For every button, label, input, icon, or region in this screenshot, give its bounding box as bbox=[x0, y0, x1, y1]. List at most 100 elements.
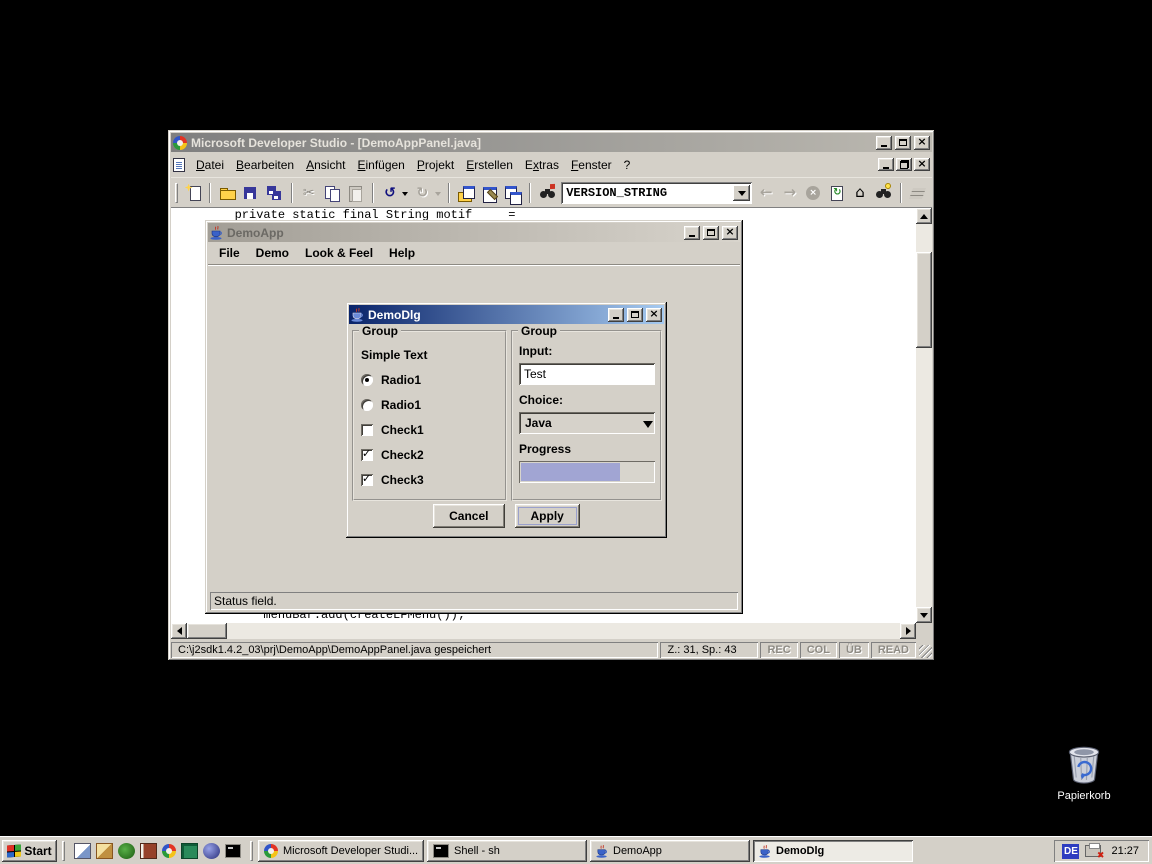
workspace-icon bbox=[457, 185, 474, 201]
keyboard-layout-indicator[interactable]: DE bbox=[1062, 844, 1079, 859]
menu-projekt[interactable]: Projekt bbox=[411, 155, 460, 175]
menu-erstellen[interactable]: Erstellen bbox=[460, 155, 519, 175]
apply-button[interactable]: Apply bbox=[515, 504, 580, 528]
mdi-restore-button[interactable] bbox=[896, 158, 912, 171]
demoapp-titlebar[interactable]: DemoApp × bbox=[208, 223, 740, 242]
toolbar-separator bbox=[448, 183, 450, 203]
choice-combo[interactable]: Java bbox=[519, 412, 655, 434]
task-demoapp[interactable]: DemoApp bbox=[590, 840, 750, 862]
devstudio-minimize-button[interactable] bbox=[876, 136, 892, 150]
radio-radio1-selected[interactable]: Radio1 bbox=[361, 373, 500, 387]
paste-button[interactable] bbox=[344, 182, 366, 204]
resize-grip[interactable] bbox=[919, 645, 932, 658]
windows-button[interactable] bbox=[501, 182, 523, 204]
vertical-scrollbar[interactable] bbox=[916, 208, 932, 623]
checkbox-icon: ✓ bbox=[361, 449, 373, 461]
menu-fenster[interactable]: Fenster bbox=[565, 155, 618, 175]
redo-button[interactable]: ↻ bbox=[411, 182, 433, 204]
printer-status-icon[interactable]: ✖ bbox=[1085, 845, 1101, 857]
menu-bearbeiten[interactable]: Bearbeiten bbox=[230, 155, 300, 175]
browser-icon[interactable] bbox=[203, 843, 220, 859]
refresh-button[interactable] bbox=[825, 182, 847, 204]
search-button[interactable] bbox=[872, 182, 894, 204]
browse-back-button[interactable]: ← bbox=[755, 182, 777, 204]
devstudio-titlebar[interactable]: Microsoft Developer Studio - [DemoAppPan… bbox=[171, 133, 932, 152]
recycle-bin[interactable]: Papierkorb bbox=[1046, 745, 1122, 802]
menu-demo[interactable]: Demo bbox=[248, 243, 297, 263]
bug-app-icon[interactable] bbox=[118, 843, 135, 859]
vertical-scroll-thumb[interactable] bbox=[916, 252, 932, 348]
menu-ansicht[interactable]: Ansicht bbox=[300, 155, 351, 175]
forward-icon: → bbox=[783, 185, 796, 200]
find-combo[interactable]: VERSION_STRING bbox=[561, 182, 752, 204]
find-combo-dropdown-button[interactable] bbox=[733, 185, 750, 201]
menu-help[interactable]: ? bbox=[618, 155, 637, 175]
checkbox-check3[interactable]: ✓ Check3 bbox=[361, 473, 500, 487]
checkbox-check1[interactable]: ✓ Check1 bbox=[361, 423, 500, 437]
task-demodlg[interactable]: DemoDlg bbox=[753, 840, 913, 862]
checkbox-label: Check2 bbox=[381, 448, 424, 462]
input-field[interactable] bbox=[519, 363, 655, 385]
paste-icon bbox=[347, 185, 364, 201]
demoapp-maximize-button[interactable] bbox=[703, 226, 719, 240]
terminal-icon[interactable] bbox=[181, 843, 198, 859]
save-all-button[interactable] bbox=[263, 182, 285, 204]
demoapp-minimize-button[interactable] bbox=[684, 226, 700, 240]
book-app-icon[interactable] bbox=[140, 843, 157, 859]
cancel-button[interactable]: Cancel bbox=[433, 504, 504, 528]
toolbar-grip[interactable] bbox=[175, 183, 178, 203]
scroll-up-button[interactable] bbox=[916, 208, 932, 224]
undo-dropdown-icon[interactable] bbox=[402, 192, 408, 199]
devstudio-maximize-button[interactable] bbox=[895, 136, 911, 150]
command-prompt-icon[interactable] bbox=[225, 844, 241, 858]
menu-einfuegen[interactable]: Einfügen bbox=[351, 155, 410, 175]
stop-button[interactable]: × bbox=[802, 182, 824, 204]
recycle-bin-icon bbox=[1066, 745, 1102, 784]
task-shell[interactable]: Shell - sh bbox=[427, 840, 587, 862]
java-cup-icon bbox=[596, 845, 608, 858]
open-file-button[interactable] bbox=[216, 182, 238, 204]
mdi-minimize-button[interactable] bbox=[878, 158, 894, 171]
start-button[interactable]: Start bbox=[2, 840, 57, 862]
menu-file[interactable]: File bbox=[211, 243, 248, 263]
demodlg-titlebar[interactable]: DemoDlg × bbox=[349, 305, 664, 324]
menu-extras[interactable]: Extras bbox=[519, 155, 565, 175]
class-wizard-button[interactable] bbox=[478, 182, 500, 204]
taskbar-grip[interactable] bbox=[250, 841, 253, 861]
menu-look-and-feel[interactable]: Look & Feel bbox=[297, 243, 381, 263]
copy-button[interactable] bbox=[321, 182, 343, 204]
toolbar-separator bbox=[529, 183, 531, 203]
infoviewer-button[interactable] bbox=[907, 182, 929, 204]
show-desktop-icon[interactable] bbox=[74, 843, 91, 859]
checkbox-check2[interactable]: ✓ Check2 bbox=[361, 448, 500, 462]
scroll-left-button[interactable] bbox=[171, 623, 187, 639]
refresh-icon bbox=[828, 185, 845, 201]
wordpad-icon[interactable] bbox=[96, 843, 113, 859]
find-in-files-button[interactable] bbox=[536, 182, 558, 204]
devstudio-close-button[interactable]: × bbox=[914, 136, 930, 150]
demoapp-close-button[interactable]: × bbox=[722, 226, 738, 240]
scroll-down-button[interactable] bbox=[916, 607, 932, 623]
save-button[interactable] bbox=[240, 182, 262, 204]
cut-button[interactable]: ✂ bbox=[298, 182, 320, 204]
menu-help[interactable]: Help bbox=[381, 243, 423, 263]
new-file-button[interactable] bbox=[182, 182, 204, 204]
horizontal-scrollbar[interactable] bbox=[171, 623, 916, 639]
demodlg-close-button[interactable]: × bbox=[646, 308, 662, 322]
home-button[interactable]: ⌂ bbox=[849, 182, 871, 204]
menu-datei[interactable]: Datei bbox=[190, 155, 230, 175]
scroll-right-button[interactable] bbox=[900, 623, 916, 639]
devstudio-launch-icon[interactable] bbox=[162, 844, 176, 858]
workspace-button[interactable] bbox=[455, 182, 477, 204]
undo-button[interactable]: ↺ bbox=[379, 182, 401, 204]
mdi-close-button[interactable]: × bbox=[914, 158, 930, 171]
radio-radio1-unselected[interactable]: Radio1 bbox=[361, 398, 500, 412]
redo-dropdown-icon[interactable] bbox=[435, 192, 441, 199]
demoapp-menubar: File Demo Look & Feel Help bbox=[208, 242, 740, 265]
taskbar-grip[interactable] bbox=[62, 841, 65, 861]
horizontal-scroll-thumb[interactable] bbox=[187, 623, 227, 639]
demodlg-minimize-button[interactable] bbox=[608, 308, 624, 322]
task-devstudio[interactable]: Microsoft Developer Studi... bbox=[258, 840, 424, 862]
demodlg-maximize-button[interactable] bbox=[627, 308, 643, 322]
browse-forward-button[interactable]: → bbox=[779, 182, 801, 204]
